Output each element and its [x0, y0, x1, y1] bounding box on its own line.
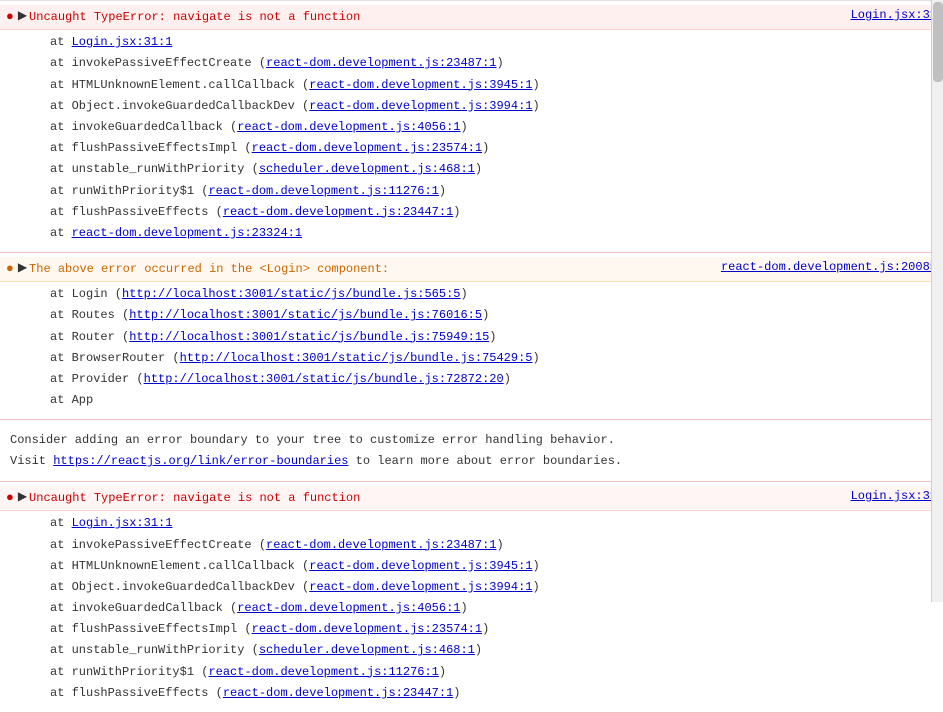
error-boundary-link[interactable]: https://reactjs.org/link/error-boundarie… [53, 454, 348, 468]
stack-line: at Object.invokeGuardedCallbackDev (reac… [0, 577, 943, 598]
stack-line: at Provider (http://localhost:3001/stati… [0, 369, 943, 390]
error-icon-3: ● [6, 489, 14, 507]
console-panel: ● ▶ Uncaught TypeError: navigate is not … [0, 0, 943, 713]
stack-line: at BrowserRouter (http://localhost:3001/… [0, 348, 943, 369]
stack-line: at HTMLUnknownElement.callCallback (reac… [0, 556, 943, 577]
error-header-1: ● ▶ Uncaught TypeError: navigate is not … [0, 5, 943, 30]
error-source-link-1[interactable]: Login.jsx:31 [851, 8, 937, 22]
stack-line: at invokePassiveEffectCreate (react-dom.… [0, 535, 943, 556]
stack-line: at runWithPriority$1 (react-dom.developm… [0, 181, 943, 202]
stack-trace-1: at Login.jsx:31:1 at invokePassiveEffect… [0, 30, 943, 248]
stack-line: at Login (http://localhost:3001/static/j… [0, 284, 943, 305]
stack-line: at App [0, 390, 943, 411]
error-header-3: ● ▶ Uncaught TypeError: navigate is not … [0, 486, 943, 511]
stack-line: at flushPassiveEffectsImpl (react-dom.de… [0, 138, 943, 159]
scrollbar-thumb[interactable] [933, 2, 943, 82]
stack-line: at invokeGuardedCallback (react-dom.deve… [0, 117, 943, 138]
error-title-3: Uncaught TypeError: navigate is not a fu… [29, 489, 843, 507]
error-boundary-notice: Consider adding an error boundary to you… [0, 420, 943, 482]
stack-line: at invokeGuardedCallback (react-dom.deve… [0, 598, 943, 619]
stack-line: at unstable_runWithPriority (scheduler.d… [0, 640, 943, 661]
error-title-1: Uncaught TypeError: navigate is not a fu… [29, 8, 843, 26]
error-block-1: ● ▶ Uncaught TypeError: navigate is not … [0, 1, 943, 253]
stack-line: at Router (http://localhost:3001/static/… [0, 327, 943, 348]
stack-trace-2: at Login (http://localhost:3001/static/j… [0, 282, 943, 415]
stack-line: at invokePassiveEffectCreate (react-dom.… [0, 53, 943, 74]
stack-line: at react-dom.development.js:23324:1 [0, 223, 943, 244]
error-icon-1: ● [6, 8, 14, 26]
stack-line: at flushPassiveEffects (react-dom.develo… [0, 683, 943, 704]
warning-icon-2: ● [6, 260, 14, 278]
stack-line: at flushPassiveEffectsImpl (react-dom.de… [0, 619, 943, 640]
stack-line: at runWithPriority$1 (react-dom.developm… [0, 662, 943, 683]
stack-trace-3: at Login.jsx:31:1 at invokePassiveEffect… [0, 511, 943, 708]
stack-line: at Routes (http://localhost:3001/static/… [0, 305, 943, 326]
toggle-arrow-1[interactable]: ▶ [18, 8, 27, 23]
stack-line: at Object.invokeGuardedCallbackDev (reac… [0, 96, 943, 117]
stack-line: at HTMLUnknownElement.callCallback (reac… [0, 75, 943, 96]
scrollbar-track[interactable] [931, 0, 943, 602]
warning-source-link-2[interactable]: react-dom.development.js:20085 [721, 260, 937, 274]
toggle-arrow-3[interactable]: ▶ [18, 489, 27, 504]
stack-line: at Login.jsx:31:1 [0, 32, 943, 53]
stack-line: at flushPassiveEffects (react-dom.develo… [0, 202, 943, 223]
error-header-2: ● ▶ The above error occurred in the <Log… [0, 257, 943, 282]
error-block-3: ● ▶ Uncaught TypeError: navigate is not … [0, 482, 943, 713]
warning-title-2: The above error occurred in the <Login> … [29, 260, 713, 278]
toggle-arrow-2[interactable]: ▶ [18, 260, 27, 275]
stack-line: at unstable_runWithPriority (scheduler.d… [0, 159, 943, 180]
error-source-link-3[interactable]: Login.jsx:31 [851, 489, 937, 503]
error-block-2: ● ▶ The above error occurred in the <Log… [0, 253, 943, 420]
stack-line: at Login.jsx:31:1 [0, 513, 943, 534]
